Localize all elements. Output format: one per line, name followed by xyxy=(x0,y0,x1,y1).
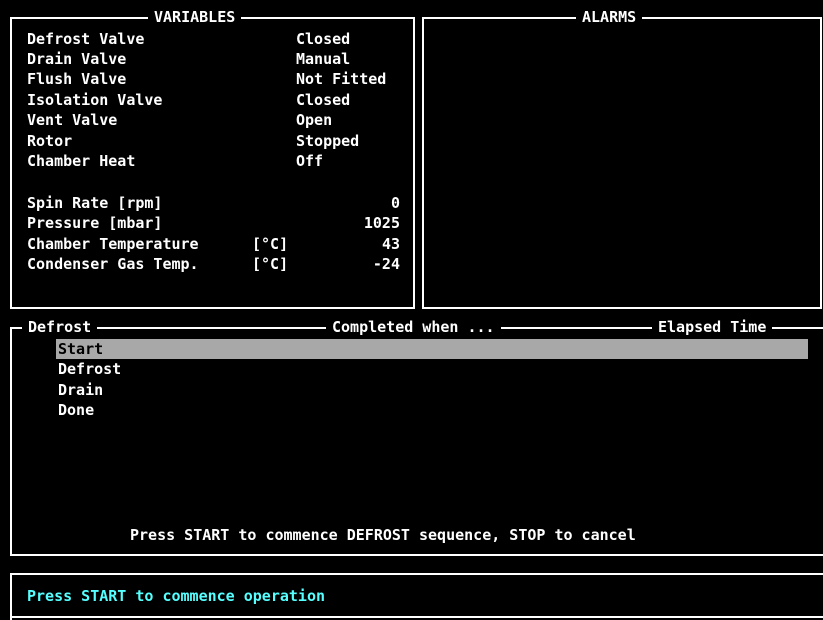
alarms-title: ALARMS xyxy=(576,8,643,26)
var-label: Flush Valve xyxy=(27,70,127,88)
sequence-header-completed: Completed when ... xyxy=(326,318,501,336)
status-bottom-border xyxy=(10,616,823,618)
var-label: Rotor xyxy=(27,132,73,150)
status-top-border xyxy=(10,573,823,575)
var-label: Vent Valve xyxy=(27,111,118,129)
status-message: Press START to commence operation xyxy=(27,587,326,605)
var-row-isolation-valve: Isolation Valve xyxy=(27,90,162,110)
meas-value-chamber-temperature: 43 xyxy=(381,235,400,253)
sequence-instruction: Press START to commence DEFROST sequence… xyxy=(130,526,636,544)
var-row-chamber-heat: Chamber Heat xyxy=(27,151,135,171)
sequence-step-done[interactable]: Done xyxy=(56,400,94,420)
var-label: Chamber Heat xyxy=(27,152,136,170)
meas-label-chamber-temperature: Chamber Temperature xyxy=(27,235,199,253)
variables-title: VARIABLES xyxy=(148,8,242,26)
sequence-step-drain[interactable]: Drain xyxy=(56,380,103,400)
var-row-vent-valve: Vent Valve xyxy=(27,110,117,130)
var-value-isolation-valve: Closed xyxy=(296,91,351,109)
meas-value-spin-rate: 0 xyxy=(390,194,400,212)
sequence-header-name: Defrost xyxy=(22,318,98,336)
meas-label-condenser-gas-temp: Condenser Gas Temp. xyxy=(27,255,199,273)
alarms-panel: ALARMS xyxy=(422,8,822,309)
var-row-rotor: Rotor xyxy=(27,131,72,151)
sequence-step-start[interactable]: Start xyxy=(56,339,808,359)
meas-value-condenser-gas-temp: -24 xyxy=(372,255,400,273)
sequence-step-defrost[interactable]: Defrost xyxy=(56,359,121,379)
meas-unit-chamber-temperature: [°C] xyxy=(252,235,289,253)
var-value-drain-valve: Manual xyxy=(296,50,351,68)
var-row-flush-valve: Flush Valve xyxy=(27,69,126,89)
var-row-drain-valve: Drain Valve xyxy=(27,49,126,69)
var-value-vent-valve: Open xyxy=(296,111,333,129)
sequence-bottom-border xyxy=(10,554,823,556)
meas-label-spin-rate: Spin Rate [rpm] xyxy=(27,194,163,212)
var-value-rotor: Stopped xyxy=(296,132,360,150)
status-left-border xyxy=(10,573,12,620)
meas-value-pressure: 1025 xyxy=(363,214,400,232)
var-value-chamber-heat: Off xyxy=(296,152,324,170)
meas-label-pressure: Pressure [mbar] xyxy=(27,214,163,232)
var-value-flush-valve: Not Fitted xyxy=(296,70,387,88)
var-value-defrost-valve: Closed xyxy=(296,30,351,48)
status-panel: Press START to commence operation xyxy=(10,573,823,620)
var-label: Defrost Valve xyxy=(27,30,145,48)
sequence-header-elapsed: Elapsed Time xyxy=(652,318,773,336)
var-row-defrost-valve: Defrost Valve xyxy=(27,29,144,49)
var-label: Drain Valve xyxy=(27,50,127,68)
sequence-left-border xyxy=(10,327,12,556)
meas-unit-condenser-gas-temp: [°C] xyxy=(252,255,289,273)
var-label: Isolation Valve xyxy=(27,91,163,109)
